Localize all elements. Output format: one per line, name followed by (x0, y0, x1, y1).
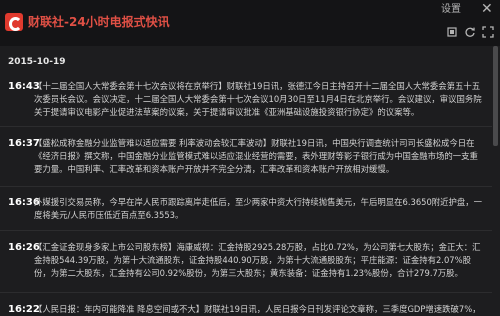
news-text: 外媒援引交易员称，今早在岸人民币跟踪离岸走低后，至少两家中资大行持续抛售美元，午… (34, 197, 483, 220)
cls-logo-icon (5, 13, 23, 31)
pin-icon[interactable] (446, 26, 458, 38)
scrollbar-thumb[interactable] (493, 46, 498, 146)
feed-date: 2015-10-19 (8, 57, 66, 67)
news-text: 【人民日报：年内可能降准 降息空间或不大】财联社19日讯，人民日报今日刊发评论文… (34, 304, 481, 314)
refresh-icon[interactable] (464, 26, 476, 38)
title-bar: 财联社-24小时电报式快讯 设置 ✕ (0, 0, 500, 46)
expand-icon[interactable] (482, 26, 494, 38)
close-button[interactable]: ✕ (481, 2, 493, 16)
divider (0, 230, 492, 231)
news-text: 【盛松成称金融分业监管难以适应需要 利率波动会较汇率波动】财联社19日讯，中国央… (34, 138, 478, 174)
divider (0, 186, 492, 187)
news-feed[interactable]: 2015-10-19 16:43 【十二届全国人大常委会第十七次会议将在京举行】… (0, 46, 492, 316)
divider (0, 292, 492, 293)
news-text: 【十二届全国人大常委会第十七次会议将在京举行】财联社19日讯，张德江今日主持召开… (34, 81, 482, 117)
app-title: 财联社-24小时电报式快讯 (28, 15, 170, 29)
divider (0, 126, 492, 127)
settings-button[interactable]: 设置 (441, 4, 461, 16)
scrollbar[interactable] (493, 46, 498, 316)
news-text: 【汇金证金现身多家上市公司股东榜】海康威视：汇金持股2925.28万股，占比0.… (34, 242, 481, 278)
